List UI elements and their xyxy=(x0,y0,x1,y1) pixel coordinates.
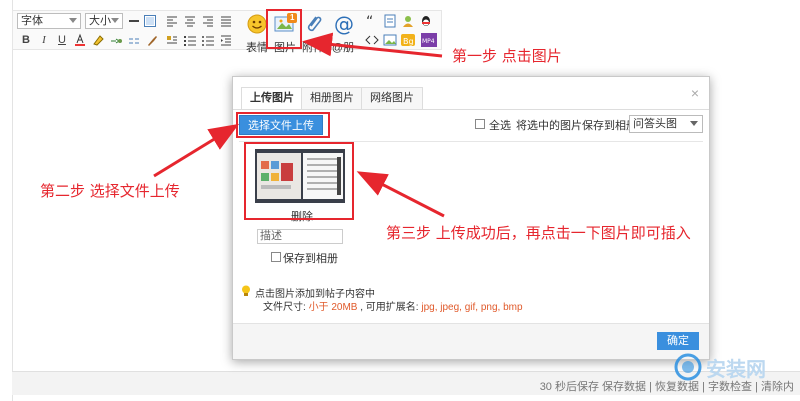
link-icon[interactable] xyxy=(109,33,123,47)
mention-button[interactable]: @ @朋 xyxy=(329,12,357,55)
at-sign-icon: @ xyxy=(334,12,354,36)
autosave-text: 30 秒后保存 保存数据 xyxy=(539,381,647,393)
mention-label: @朋 xyxy=(331,42,355,54)
album-select[interactable]: 问答头图 xyxy=(629,115,703,133)
description-field[interactable]: 描述 xyxy=(257,229,343,244)
tip-line-2: 文件尺寸: 小于 20MB , 可用扩展名: jpg, jpeg, gif, p… xyxy=(263,298,523,313)
svg-text:MP4: MP4 xyxy=(422,38,435,45)
bullet-list-icon[interactable] xyxy=(201,33,215,47)
size-select[interactable]: 大小 xyxy=(85,13,123,29)
upload-button-highlight xyxy=(236,112,330,138)
gallery-icon[interactable] xyxy=(383,33,397,47)
document-icon[interactable] xyxy=(383,14,397,28)
image-button-highlight xyxy=(266,9,302,49)
editor-toolbar: 字体 大小 B I U 表情 1 图片 附件 @ @朋 “ Bg MP4 xyxy=(12,10,442,54)
confirm-button[interactable]: 确定 xyxy=(657,332,699,350)
underline-button[interactable]: U xyxy=(55,33,69,47)
background-button[interactable]: Bg xyxy=(401,33,415,47)
svg-text:Bg: Bg xyxy=(403,37,414,46)
video-button[interactable]: MP4 xyxy=(421,33,437,47)
tab-upload-image[interactable]: 上传图片 xyxy=(241,87,303,110)
align-left-icon[interactable] xyxy=(165,14,179,28)
unlink-icon[interactable] xyxy=(127,33,141,47)
tip-ext-value: jpg, jpeg, gif, png, bmp xyxy=(421,302,523,313)
align-right-icon[interactable] xyxy=(201,14,215,28)
size-select-label: 大小 xyxy=(89,15,111,27)
table-icon[interactable] xyxy=(143,14,157,28)
lightbulb-icon xyxy=(242,285,250,296)
watermark: 安装网 xyxy=(672,350,782,384)
select-all-label: 全选 xyxy=(489,120,511,132)
dialog-footer: 确定 xyxy=(233,323,709,359)
paperclip-icon xyxy=(307,16,322,32)
font-color-icon[interactable] xyxy=(73,33,87,47)
attachment-label: 附件 xyxy=(302,42,324,54)
album-select-value: 问答头图 xyxy=(633,118,677,130)
indent-icon[interactable] xyxy=(219,33,233,47)
font-select-label: 字体 xyxy=(21,15,43,27)
qq-icon[interactable] xyxy=(419,14,433,28)
chevron-down-icon xyxy=(69,18,77,23)
align-justify-icon[interactable] xyxy=(219,14,233,28)
step2-annotation: 第二步 选择文件上传 xyxy=(40,182,180,200)
svg-text:“: “ xyxy=(366,14,373,28)
step1-annotation: 第一步 点击图片 xyxy=(452,47,562,65)
tip-size-value: 小于 20MB xyxy=(308,302,358,313)
select-all-checkbox[interactable] xyxy=(475,119,485,129)
chevron-down-icon xyxy=(690,121,698,126)
highlight-icon[interactable] xyxy=(91,33,105,47)
smiley-icon xyxy=(247,14,267,34)
save-to-album-checkbox[interactable] xyxy=(271,252,281,262)
quote-block-icon[interactable] xyxy=(165,33,179,47)
save-to-album-label: 保存到相册 xyxy=(283,253,338,265)
thumbnail-highlight xyxy=(244,142,354,220)
align-center-icon[interactable] xyxy=(183,14,197,28)
format-brush-icon[interactable] xyxy=(145,33,159,47)
tab-divider xyxy=(233,109,709,110)
attachment-button[interactable]: 附件 xyxy=(299,13,327,55)
numbered-list-icon[interactable] xyxy=(183,33,197,47)
svg-text:@: @ xyxy=(334,13,354,35)
tab-album-image[interactable]: 相册图片 xyxy=(301,87,363,109)
horizontal-rule-icon[interactable] xyxy=(127,14,141,28)
font-select[interactable]: 字体 xyxy=(17,13,81,29)
bold-button[interactable]: B xyxy=(19,33,33,47)
tip-ext-prefix: , 可用扩展名: xyxy=(357,302,422,313)
close-icon[interactable]: × xyxy=(691,85,699,101)
save-to-album-text: 将选中的图片保存到相册: xyxy=(516,120,641,132)
user-icon[interactable] xyxy=(401,14,415,28)
code-icon[interactable] xyxy=(365,33,379,47)
tab-web-image[interactable]: 网络图片 xyxy=(361,87,423,109)
chevron-down-icon xyxy=(111,18,119,23)
watermark-text: 安装网 xyxy=(706,359,766,381)
italic-button[interactable]: I xyxy=(37,33,51,47)
tip-size-prefix: 文件尺寸: xyxy=(263,302,309,313)
step3-annotation: 第三步 上传成功后，再点击一下图片即可插入 xyxy=(386,224,691,242)
quote-icon[interactable]: “ xyxy=(365,14,379,28)
